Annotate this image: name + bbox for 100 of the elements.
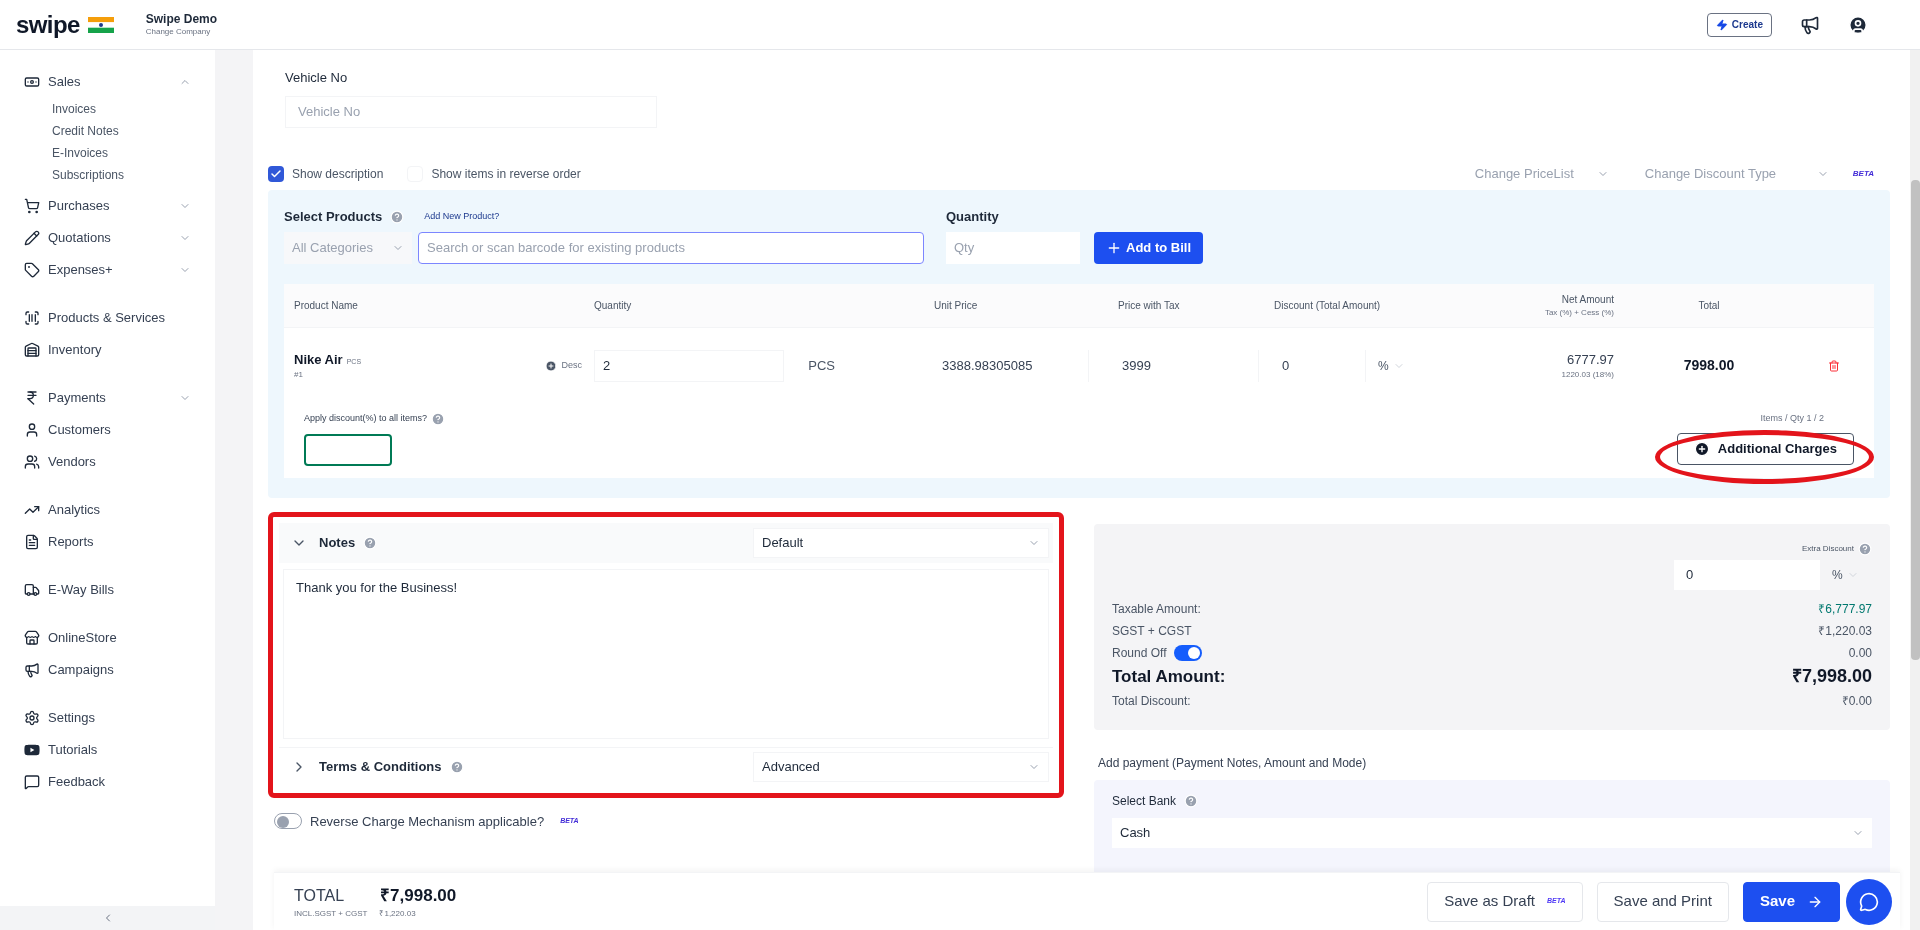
total-label: TOTAL (294, 885, 345, 906)
discount-all-field[interactable] (304, 433, 392, 466)
sidebar-item[interactable]: Payments (0, 382, 215, 414)
beta-tag: BETA (1852, 167, 1874, 180)
summary-label: Total Amount: (1112, 665, 1226, 688)
submenu-item[interactable]: E-Invoices (52, 142, 215, 164)
column-header: Product Name (294, 298, 359, 313)
discount-input[interactable]: 0 (1274, 349, 1366, 382)
checkbox-label: Show items in reverse order (431, 165, 581, 183)
net-amount: 6777.97 (1567, 350, 1614, 369)
create-button[interactable]: Create (1706, 12, 1772, 37)
sidebar-item[interactable]: Vendors (0, 446, 215, 478)
sidebar-item[interactable]: E-Way Bills (0, 574, 215, 606)
checkbox[interactable] (268, 165, 284, 182)
lightning-icon (1715, 18, 1728, 31)
additional-charges-button[interactable]: Additional Charges (1676, 433, 1854, 465)
row-index: #1 (294, 369, 304, 382)
store-icon (24, 630, 40, 646)
checkbox-label: Show description (292, 165, 384, 183)
sidebar-item[interactable]: Sales (0, 66, 215, 98)
flag-icon (87, 16, 114, 33)
add-to-bill-button[interactable]: Add to Bill (1094, 231, 1203, 264)
submenu-item[interactable]: Subscriptions (52, 164, 215, 186)
sidebar-item[interactable]: Feedback (0, 766, 215, 798)
sidebar-item[interactable]: Quotations (0, 222, 215, 254)
template-select[interactable]: Default (753, 527, 1049, 558)
vehicle-number-field[interactable]: Vehicle No (285, 95, 657, 128)
column-header: Discount (Total Amount) (1274, 298, 1382, 313)
discount-type-select[interactable]: % (1832, 565, 1872, 584)
sidebar-item[interactable]: OnlineStore (0, 622, 215, 654)
column-subheader: Tax (%) + Cess (%) (1544, 306, 1614, 319)
pencil-icon (24, 230, 40, 246)
submenu-item[interactable]: Credit Notes (52, 120, 215, 142)
user-icon (24, 422, 40, 438)
warehouse-icon (24, 342, 40, 358)
sidebar-item[interactable]: Purchases (0, 190, 215, 222)
field-label: Select Bank (1112, 792, 1177, 810)
megaphone-icon (24, 662, 40, 678)
barcode-icon (24, 310, 40, 326)
plus-icon (1693, 441, 1710, 457)
sidebar-item[interactable]: Expenses+ (0, 254, 215, 286)
round-off-toggle[interactable] (1174, 644, 1203, 661)
summary-label: Total Discount: (1112, 692, 1191, 710)
product-name: Nike Air (294, 350, 343, 369)
price-with-tax-input[interactable]: 3999 (1104, 349, 1259, 382)
section-title: Notes (319, 533, 356, 552)
toggle-label: Reverse Charge Mechanism applicable? (310, 812, 545, 831)
save-print-button[interactable]: Save and Print (1596, 881, 1729, 922)
video-icon (24, 742, 40, 758)
reverse-charge-toggle[interactable] (274, 813, 302, 830)
sidebar-item[interactable]: Campaigns (0, 654, 215, 686)
document-icon (24, 534, 40, 550)
template-select[interactable]: Advanced (753, 752, 1049, 782)
help-icon (390, 209, 405, 224)
field-label: Extra Discount (1801, 542, 1854, 555)
brand-logo[interactable]: swipe (16, 6, 80, 43)
field-label: Apply discount(%) to all items? (304, 411, 428, 425)
section-title: Terms & Conditions (319, 758, 442, 777)
section-title: Add payment (Payment Notes, Amount and Mode) (1098, 754, 1368, 772)
column-header: Unit Price (934, 298, 979, 313)
column-header: Total (1697, 298, 1721, 313)
description-button[interactable]: Desc (545, 358, 582, 373)
sidebar-item[interactable]: Products & Services (0, 302, 215, 334)
unit-price-input[interactable]: 3388.98305085 (934, 349, 1089, 382)
change-company-link[interactable]: Change Company (145, 27, 218, 37)
scrollbar[interactable] (1910, 50, 1920, 930)
sidebar-item[interactable]: Reports (0, 526, 215, 558)
bank-select[interactable]: Cash (1112, 817, 1872, 848)
chat-button[interactable] (1846, 878, 1892, 925)
help-icon (1858, 541, 1872, 556)
field-label: Select Products (284, 207, 383, 226)
company-name[interactable]: Swipe Demo (145, 12, 218, 27)
quantity-field[interactable]: Qty (946, 231, 1080, 264)
summary-value: ₹0.00 (1841, 692, 1872, 710)
help-icon (431, 411, 446, 426)
notes-textarea[interactable]: Thank you for the Business! (283, 568, 1049, 739)
sidebar-item[interactable]: Inventory (0, 334, 215, 366)
field-label: Quantity (946, 207, 1000, 226)
submenu-item[interactable]: Invoices (52, 98, 215, 120)
add-product-link[interactable]: Add New Product? (424, 209, 500, 224)
product-search-field[interactable]: Search or scan barcode for existing products (418, 231, 924, 264)
field-label: Vehicle No (285, 69, 349, 87)
sidebar-item[interactable]: Customers (0, 414, 215, 446)
help-icon (449, 760, 464, 774)
sidebar-item[interactable]: Settings (0, 702, 215, 734)
user-icon[interactable] (1848, 14, 1868, 35)
users-icon (24, 454, 40, 470)
items-count: Items / Qty 1 / 2 (1760, 411, 1824, 425)
sidebar-item[interactable]: Analytics (0, 494, 215, 526)
truck-icon (24, 582, 40, 598)
save-button[interactable]: Save (1742, 881, 1840, 922)
megaphone-icon[interactable] (1800, 14, 1820, 35)
check-icon (270, 167, 282, 180)
extra-discount-input[interactable]: 0 (1674, 559, 1820, 590)
delete-icon[interactable] (1828, 359, 1840, 372)
cart-icon (24, 198, 40, 214)
sidebar-item[interactable]: Tutorials (0, 734, 215, 766)
summary-label: Round Off (1112, 644, 1167, 662)
discount-type-select[interactable]: % (1378, 356, 1405, 375)
help-icon (363, 535, 378, 550)
